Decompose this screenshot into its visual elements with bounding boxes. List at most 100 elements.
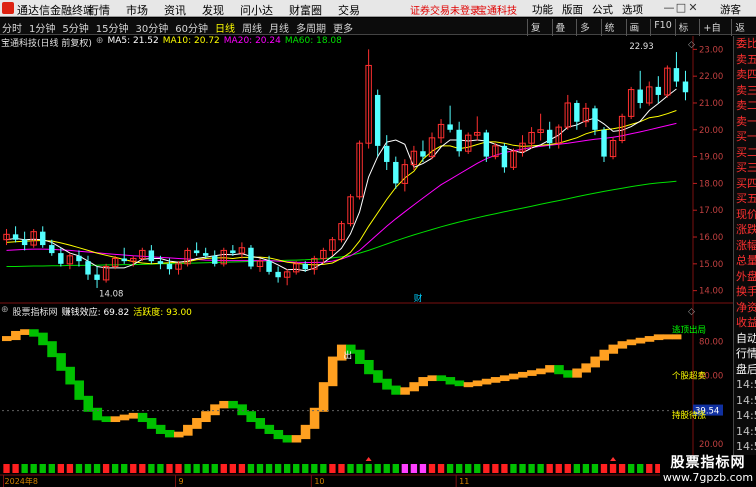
side-panel-item[interactable]: 涨幅 (734, 238, 756, 254)
period-tab-2[interactable]: 5分钟 (62, 20, 88, 35)
signal-bar (166, 464, 173, 473)
signal-bar (93, 464, 101, 473)
price-axis-label: 22.00 (699, 72, 723, 82)
side-panel-item[interactable]: 现价 (734, 207, 756, 223)
side-panel-item[interactable]: 卖二 (734, 98, 756, 114)
period-tab-10[interactable]: 更多 (333, 20, 353, 35)
indicator-block (264, 424, 275, 434)
indicator-block (436, 375, 447, 382)
minimize-icon[interactable]: — (663, 1, 675, 14)
period-tab-0[interactable]: 分时 (2, 20, 22, 35)
side-panel-item[interactable]: 14:50 (734, 439, 756, 455)
side-panel-item[interactable]: 盘后 (734, 362, 756, 378)
menu-item-ask[interactable]: 问小达 (240, 2, 273, 18)
period-tab-9[interactable]: 多周期 (296, 20, 326, 35)
indicator-block (228, 400, 238, 409)
price-axis-label: 14.00 (699, 287, 723, 297)
menu-item-layout[interactable]: 版面 (562, 2, 583, 17)
side-panel-item[interactable]: 换手 (734, 284, 756, 300)
date-label: 10 (314, 477, 324, 486)
side-panel-item[interactable]: 外盘 (734, 269, 756, 285)
indicator-block (318, 382, 329, 412)
close-icon[interactable]: ✕ (687, 1, 699, 14)
side-panel-item[interactable]: 净资 (734, 300, 756, 316)
signal-bar (229, 464, 237, 473)
side-panel-item[interactable]: 卖五 (734, 52, 756, 68)
signal-bar (274, 464, 282, 473)
menu-item-discover[interactable]: 发现 (202, 2, 224, 18)
menu-item-news[interactable]: 资讯 (164, 2, 186, 18)
login-notice[interactable]: 证券交易未登录 (410, 2, 480, 17)
menu-item-quotes[interactable]: 行情 (88, 2, 110, 18)
signal-bar (12, 464, 19, 473)
indicator-expand-icon[interactable]: ⊕ (1, 305, 9, 318)
candle-body-down (682, 81, 689, 93)
side-panel-item[interactable]: 买三 (734, 160, 756, 176)
side-panel-item[interactable]: 行情 (734, 346, 756, 362)
indicator-block (554, 365, 564, 375)
candle-body-down (121, 258, 127, 262)
period-tab-3[interactable]: 15分钟 (96, 20, 129, 35)
side-panel-item[interactable]: 涨跌 (734, 222, 756, 238)
side-panel-item[interactable]: 卖四 (734, 67, 756, 83)
indicator-block (527, 370, 537, 376)
side-panel-item[interactable]: 买五 (734, 191, 756, 207)
side-panel-item[interactable]: 买四 (734, 176, 756, 192)
menu-item-trade[interactable]: 交易 (338, 2, 360, 18)
period-tab-5[interactable]: 60分钟 (175, 20, 208, 35)
signal-bar (320, 464, 327, 473)
indicator-axis-label: 80.00 (699, 337, 723, 347)
signal-bar (446, 464, 454, 473)
side-panel-item[interactable]: 14:50 (734, 377, 756, 393)
indicator-block (327, 356, 338, 387)
indicator-block (155, 424, 166, 434)
price-axis-label: 19.00 (699, 153, 723, 163)
side-panel-item[interactable]: 买二 (734, 145, 756, 161)
signal-bar (302, 464, 309, 473)
maximize-icon[interactable]: □ (675, 1, 687, 14)
signal-bar (646, 464, 653, 473)
indicator-block (47, 341, 57, 358)
period-tab-6[interactable]: 日线 (215, 20, 235, 35)
period-tab-1[interactable]: 1分钟 (29, 20, 55, 35)
guest-login-link[interactable]: 游客 (720, 2, 741, 17)
expand-icon[interactable]: ⊕ (96, 36, 104, 49)
side-panel-item[interactable]: 卖一 (734, 114, 756, 130)
period-tab-7[interactable]: 周线 (242, 20, 262, 35)
indicator-name[interactable]: 股票指标网 (13, 305, 58, 318)
menu-item-formula[interactable]: 公式 (592, 2, 613, 17)
side-panel-item[interactable]: 14:50 (734, 393, 756, 409)
side-panel-item[interactable]: 收益 (734, 315, 756, 331)
period-tab-8[interactable]: 月线 (269, 20, 289, 35)
menu-item-options[interactable]: 选项 (622, 2, 643, 17)
menu-item-function[interactable]: 功能 (532, 2, 553, 17)
signal-bar (428, 464, 436, 473)
indicator-block (545, 365, 555, 373)
side-panel-item[interactable]: 自动 (734, 331, 756, 347)
stock-chart[interactable]: 23.00 22.00 21.00 20.00 19.00 18.00 17.00 16.00… (0, 36, 733, 487)
period-tab-4[interactable]: 30分钟 (135, 20, 168, 35)
side-panel-item[interactable]: 14:50 (734, 408, 756, 424)
broker-name[interactable]: 宝通科技 (477, 2, 517, 17)
indicator-block (373, 370, 383, 383)
candle-body-down (49, 245, 55, 254)
side-panel-item[interactable]: 买一 (734, 129, 756, 145)
indicator-block (210, 404, 220, 416)
side-panel-item[interactable]: 委比 (734, 36, 756, 52)
menu-bar: 通达信金融终端 行情 市场 资讯 发现 问小达 财富圈 交易 证券交易未登录 宝… (0, 0, 756, 17)
indicator-block (599, 349, 610, 361)
side-panel-item[interactable]: 总量 (734, 253, 756, 269)
side-panel-item[interactable]: 14:50 (734, 424, 756, 440)
menu-item-wealth[interactable]: 财富圈 (289, 2, 322, 18)
indicator-block (83, 395, 94, 412)
indicator-block (490, 377, 501, 383)
stage-label: 持股待涨 (672, 410, 707, 421)
signal-bar (410, 464, 418, 473)
site-watermark: 股票指标网 www.7gpzb.com (660, 455, 756, 487)
signal-bar (618, 464, 626, 473)
side-panel-item[interactable]: 卖三 (734, 83, 756, 99)
indicator-block (463, 382, 474, 388)
menu-item-market[interactable]: 市场 (126, 2, 148, 18)
indicator-block (481, 378, 492, 385)
candle-body-down (637, 89, 643, 103)
